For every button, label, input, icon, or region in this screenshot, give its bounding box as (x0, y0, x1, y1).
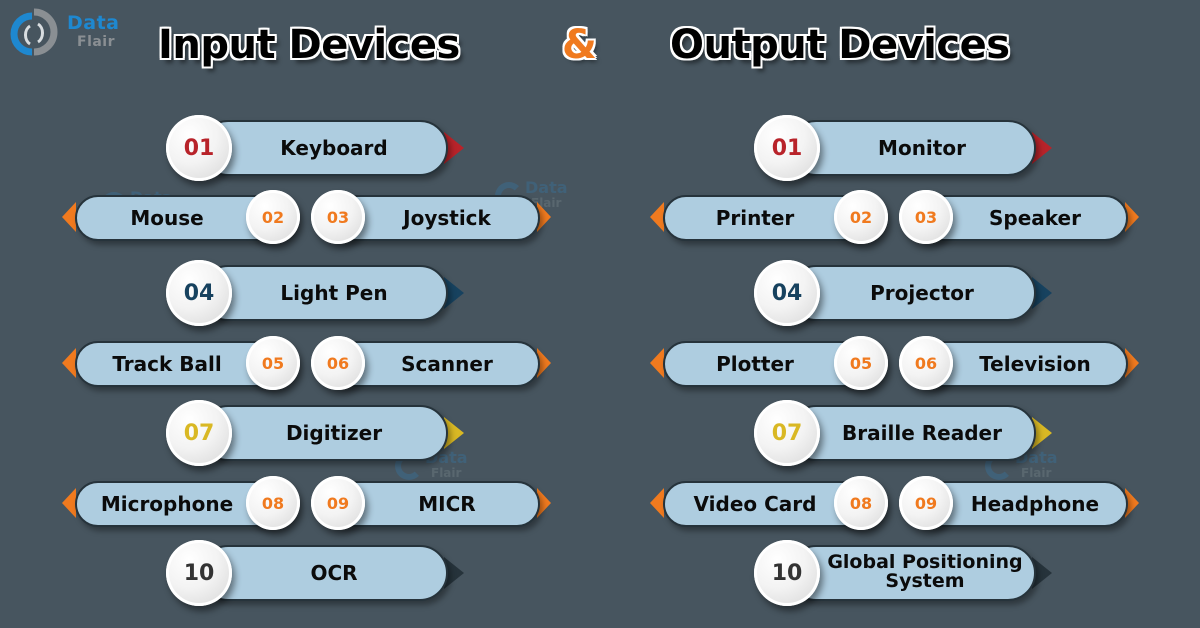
arrow-left-icon (62, 488, 76, 518)
input-device-item-number: 03 (311, 190, 365, 244)
input-device-item-label: Digitizer (285, 421, 383, 445)
input-device-item-label: Joystick (403, 206, 491, 230)
arrow-left-icon (62, 348, 76, 378)
output-device-item-pill[interactable]: Projector (788, 265, 1036, 321)
output-device-item-label: Television (979, 352, 1091, 376)
input-device-item-number: 01 (166, 115, 232, 181)
input-device-item-number: 08 (246, 476, 300, 530)
output-device-item-number: 09 (899, 476, 953, 530)
output-device-item-number: 01 (754, 115, 820, 181)
output-device-item-label: Monitor (878, 136, 966, 160)
output-device-item-label: Printer (715, 206, 795, 230)
output-device-item-number: 03 (899, 190, 953, 244)
output-device-item-pill[interactable]: Monitor (788, 120, 1036, 176)
output-devices-list: Monitor 01 Printer 02 Speaker 03 Projector 04 Pl… (588, 0, 1188, 628)
output-device-item-pill[interactable]: Global Positioning System (788, 545, 1036, 601)
input-device-item-label: Mouse (130, 206, 204, 230)
input-device-item-number: 04 (166, 260, 232, 326)
input-device-item-number: 09 (311, 476, 365, 530)
arrow-left-icon (650, 488, 664, 518)
input-device-item-pill[interactable]: OCR (200, 545, 448, 601)
arrow-left-icon (62, 202, 76, 232)
input-device-item-label: Light Pen (280, 281, 388, 305)
output-device-item-label: Headphone (970, 492, 1100, 516)
output-device-item-label: Global Positioning System (827, 551, 1023, 592)
input-device-item-pill[interactable]: Light Pen (200, 265, 448, 321)
input-device-item-label: Microphone (100, 492, 234, 516)
input-device-item-number: 10 (166, 540, 232, 606)
output-device-item-label: Plotter (716, 352, 794, 376)
output-device-item-number: 06 (899, 336, 953, 390)
arrow-left-icon (650, 202, 664, 232)
input-device-item-number: 07 (166, 400, 232, 466)
input-device-item-number: 02 (246, 190, 300, 244)
output-device-item-number: 04 (754, 260, 820, 326)
input-devices-list: Keyboard 01 Mouse 02 Joystick 03 Light Pen 04 Tr… (0, 0, 600, 628)
output-device-item-number: 08 (834, 476, 888, 530)
input-device-item-label: MICR (418, 492, 476, 516)
output-device-item-pill[interactable]: Braille Reader (788, 405, 1036, 461)
input-device-item-pill[interactable]: Digitizer (200, 405, 448, 461)
output-device-item-number: 07 (754, 400, 820, 466)
input-device-item-label: Keyboard (280, 136, 388, 160)
input-device-item-number: 05 (246, 336, 300, 390)
input-device-item-label: OCR (310, 561, 358, 585)
output-device-item-number: 05 (834, 336, 888, 390)
output-device-item-label: Projector (870, 281, 974, 305)
output-device-item-label: Video Card (693, 492, 817, 516)
input-device-item-number: 06 (311, 336, 365, 390)
input-device-item-pill[interactable]: Keyboard (200, 120, 448, 176)
output-device-item-number: 10 (754, 540, 820, 606)
input-device-item-label: Track Ball (112, 352, 222, 376)
output-device-item-label: Braille Reader (842, 421, 1002, 445)
input-device-item-label: Scanner (401, 352, 493, 376)
output-device-item-number: 02 (834, 190, 888, 244)
output-device-item-label: Speaker (989, 206, 1081, 230)
arrow-left-icon (650, 348, 664, 378)
